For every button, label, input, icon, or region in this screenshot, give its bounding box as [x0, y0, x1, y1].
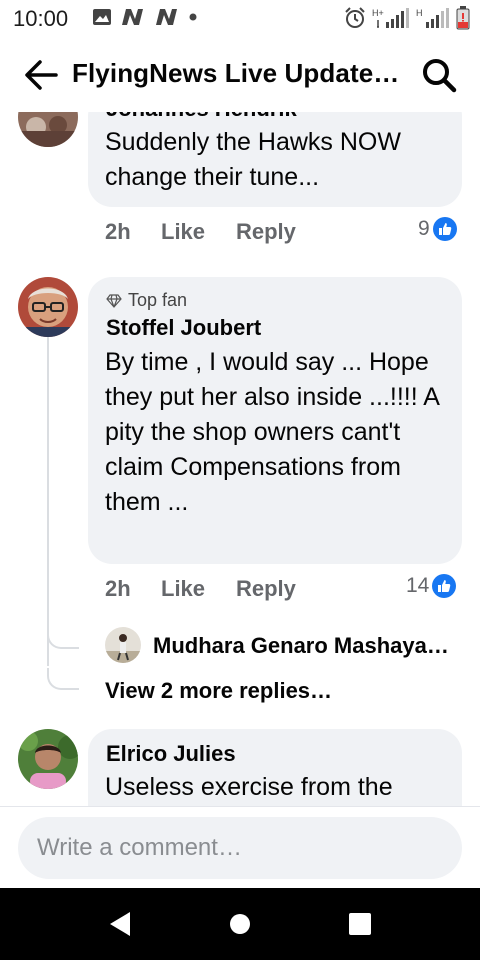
triangle-back-icon[interactable]: [100, 906, 140, 942]
comment-time: 2h: [105, 219, 131, 244]
comments-list[interactable]: Johannes Hendrik Suddenly the Hawks NOW …: [0, 112, 480, 806]
comment-time: 2h: [105, 576, 131, 601]
top-fan-label: Top fan: [128, 290, 188, 310]
comment-bubble[interactable]: Johannes Hendrik Suddenly the Hawks NOW …: [88, 112, 462, 207]
comment-bubble[interactable]: Elrico Julies Useless exercise from the: [88, 729, 462, 806]
avatar[interactable]: [18, 112, 78, 147]
reply-button[interactable]: Reply: [236, 219, 296, 245]
like-button[interactable]: Like: [161, 576, 205, 602]
status-icons-right: H+ H: [344, 6, 470, 30]
avatar[interactable]: [18, 277, 78, 337]
avatar[interactable]: [18, 729, 78, 789]
comment-author[interactable]: Elrico Julies: [106, 741, 236, 767]
reply-author[interactable]: Mudhara Genaro Mashaya…: [153, 633, 449, 659]
search-icon[interactable]: [420, 56, 460, 94]
status-icons-left: [92, 8, 198, 26]
comment-text: By time , I would say ... Hope they put …: [105, 348, 439, 516]
signal-hplus-icon: H+: [372, 8, 409, 28]
like-reaction-icon: [432, 217, 457, 241]
dot-icon: [189, 13, 197, 21]
gallery-icon: [93, 9, 111, 25]
n-notification-icon: [122, 9, 143, 25]
status-time: 10:00: [13, 6, 69, 31]
net-type-label: H+: [372, 8, 384, 18]
reply-preview[interactable]: Mudhara Genaro Mashaya…: [105, 627, 465, 667]
reply-button[interactable]: Reply: [236, 576, 296, 602]
reply-thread-hook: [47, 627, 79, 649]
comment-text: Suddenly the Hawks NOW change their tune…: [105, 128, 401, 191]
comment-input[interactable]: [18, 817, 462, 879]
reaction-count-value: 9: [418, 217, 430, 240]
like-reaction-icon: [432, 574, 457, 598]
top-fan-badge: Top fan: [106, 290, 187, 311]
comment-text: Useless exercise from the: [105, 773, 393, 801]
view-more-replies[interactable]: View 2 more replies…: [105, 678, 332, 704]
app-header: FlyingNews Live Update…: [0, 38, 480, 112]
reply-thread-line: [47, 336, 49, 666]
net-type-label: H: [416, 8, 423, 18]
reply-thread-hook: [47, 668, 79, 690]
page-title: FlyingNews Live Update…: [72, 58, 400, 88]
back-arrow-icon[interactable]: [22, 58, 62, 92]
avatar[interactable]: [105, 627, 141, 663]
square-recents-icon[interactable]: [340, 906, 380, 942]
comment-author[interactable]: Stoffel Joubert: [106, 315, 261, 341]
signal-h-icon: H: [416, 8, 449, 28]
reaction-count-value: 14: [406, 574, 430, 597]
comment-bubble[interactable]: Top fan Stoffel Joubert By time , I woul…: [88, 277, 462, 564]
comment-composer: [0, 806, 480, 889]
battery-low-icon: [456, 6, 470, 30]
n-notification-icon: [156, 9, 177, 25]
reaction-count[interactable]: 14: [406, 574, 457, 598]
comment-author[interactable]: Johannes Hendrik: [106, 112, 297, 122]
like-button[interactable]: Like: [161, 219, 205, 245]
alarm-icon: [345, 7, 365, 28]
reaction-count[interactable]: 9: [418, 217, 457, 241]
system-nav-bar: [0, 888, 480, 960]
diamond-badge-icon: [106, 293, 122, 308]
circle-home-icon[interactable]: [220, 906, 260, 942]
status-bar: 10:00 H+ H: [0, 0, 480, 38]
